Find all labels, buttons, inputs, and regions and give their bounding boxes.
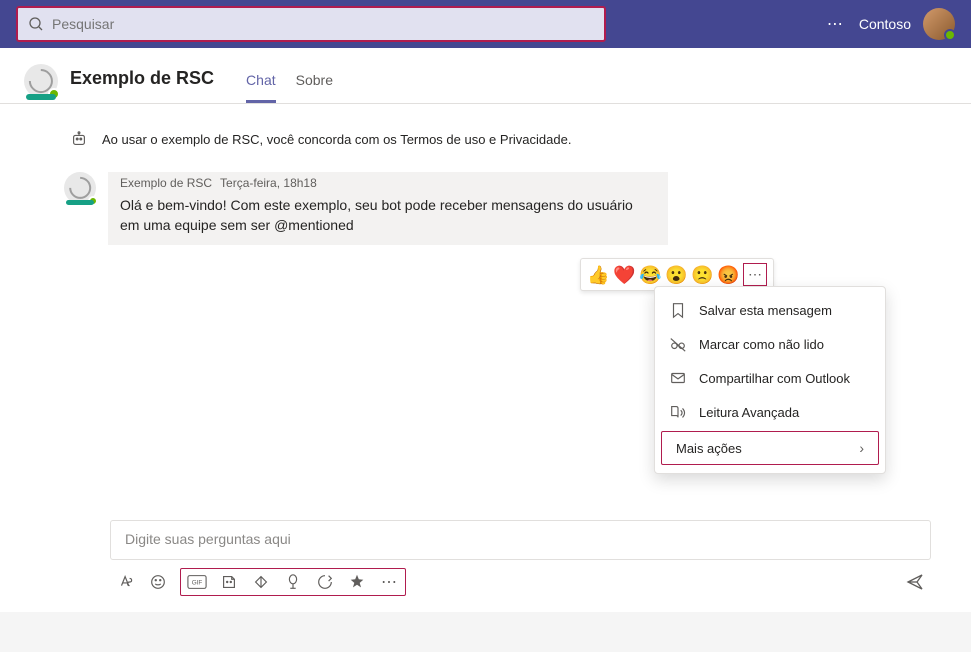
compose-input[interactable]: Digite suas perguntas aqui [110, 520, 931, 560]
menu-mark-unread[interactable]: Marcar como não lido [655, 327, 885, 361]
title-bar: ⋯ Contoso [0, 0, 971, 48]
sticker-icon[interactable] [219, 572, 239, 592]
chat-title: Exemplo de RSC [70, 64, 214, 89]
extension-icon-3[interactable] [315, 572, 335, 592]
presence-indicator [944, 29, 956, 41]
reaction-surprised[interactable]: 😮 [665, 265, 685, 285]
search-input[interactable] [52, 16, 594, 32]
org-label: Contoso [859, 16, 911, 32]
glasses-icon [669, 335, 687, 353]
emoji-icon[interactable] [148, 572, 168, 592]
message-content[interactable]: Exemplo de RSC Terça-feira, 18h18 Olá e … [108, 172, 668, 245]
extension-tools-group: GIF ⋯ [180, 568, 406, 596]
bookmark-icon [669, 301, 687, 319]
compose-area: Digite suas perguntas aqui GIF [110, 520, 931, 596]
gif-icon[interactable]: GIF [187, 572, 207, 592]
menu-more-actions[interactable]: Mais ações › [661, 431, 879, 465]
menu-more-label: Mais ações [676, 441, 742, 456]
message-avatar [64, 172, 96, 204]
message-row: Exemplo de RSC Terça-feira, 18h18 Olá e … [64, 172, 947, 245]
message-timestamp: Terça-feira, 18h18 [220, 176, 317, 190]
svg-text:GIF: GIF [192, 580, 203, 587]
immersive-reader-icon [669, 403, 687, 421]
consent-notice: Ao usar o exemplo de RSC, você concorda … [70, 130, 947, 148]
menu-share-label: Compartilhar com Outlook [699, 371, 850, 386]
reaction-angry[interactable]: 😡 [717, 265, 737, 285]
menu-unread-label: Marcar como não lido [699, 337, 824, 352]
bot-icon [70, 130, 88, 148]
reaction-sad[interactable]: 🙁 [691, 265, 711, 285]
mail-icon [669, 369, 687, 387]
search-icon [28, 16, 44, 32]
reaction-like[interactable]: 👍 [587, 265, 607, 285]
tab-about[interactable]: Sobre [296, 64, 333, 103]
search-box[interactable] [16, 6, 606, 42]
chat-area: Ao usar o exemplo de RSC, você concorda … [0, 104, 971, 612]
reaction-heart[interactable]: ❤️ [613, 265, 633, 285]
chevron-right-icon: › [859, 440, 864, 456]
send-button[interactable] [905, 572, 925, 592]
menu-immersive-label: Leitura Avançada [699, 405, 799, 420]
compose-more-icon[interactable]: ⋯ [379, 572, 399, 592]
menu-save-label: Salvar esta mensagem [699, 303, 832, 318]
message-context-menu: Salvar esta mensagem Marcar como não lid… [654, 286, 886, 474]
tab-bar: Chat Sobre [246, 64, 333, 103]
message-body: Olá e bem-vindo! Com este exemplo, seu b… [108, 192, 668, 245]
compose-toolbar: GIF ⋯ [110, 560, 931, 596]
menu-share-outlook[interactable]: Compartilhar com Outlook [655, 361, 885, 395]
extension-icon-4[interactable] [347, 572, 367, 592]
message-author: Exemplo de RSC [120, 176, 212, 190]
menu-immersive-reader[interactable]: Leitura Avançada [655, 395, 885, 429]
format-icon[interactable] [116, 572, 136, 592]
tab-chat[interactable]: Chat [246, 64, 276, 103]
consent-text: Ao usar o exemplo de RSC, você concorda … [102, 132, 571, 147]
more-button[interactable]: ⋯ [823, 10, 847, 38]
bot-avatar [24, 64, 58, 98]
user-avatar[interactable] [923, 8, 955, 40]
reaction-laugh[interactable]: 😂 [639, 265, 659, 285]
chat-header: Exemplo de RSC Chat Sobre [0, 48, 971, 104]
extension-icon-1[interactable] [251, 572, 271, 592]
reaction-more-button[interactable]: ⋯ [743, 263, 767, 286]
menu-save-message[interactable]: Salvar esta mensagem [655, 293, 885, 327]
extension-icon-2[interactable] [283, 572, 303, 592]
